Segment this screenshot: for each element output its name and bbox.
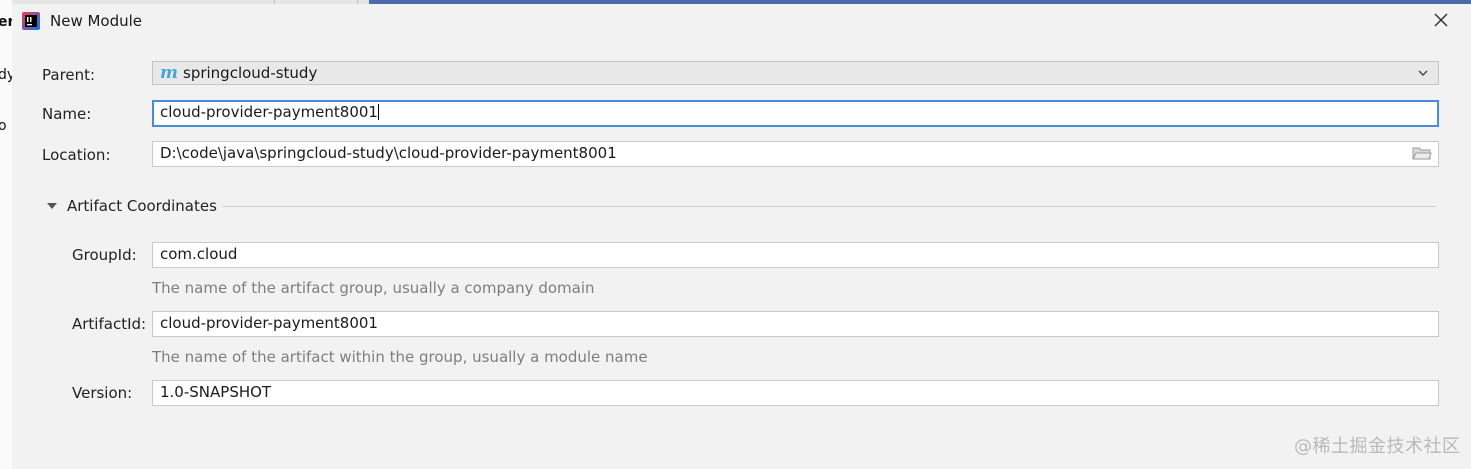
new-module-dialog: New Module Parent: m springcloud-study Na…	[12, 4, 1471, 469]
location-value: D:\code\java\springcloud-study\cloud-pro…	[160, 144, 617, 162]
folder-icon[interactable]	[1412, 145, 1432, 161]
artifactid-input[interactable]: cloud-provider-payment8001	[152, 311, 1439, 337]
close-icon[interactable]	[1431, 10, 1451, 30]
background-window: er dy o	[0, 0, 12, 469]
text-cursor	[377, 104, 379, 120]
background-text-fragment: er	[0, 14, 12, 30]
name-value: cloud-provider-payment8001	[160, 103, 378, 121]
dialog-titlebar: New Module	[12, 4, 1471, 38]
location-input[interactable]: D:\code\java\springcloud-study\cloud-pro…	[152, 141, 1439, 167]
location-label: Location:	[42, 146, 111, 164]
version-input[interactable]: 1.0-SNAPSHOT	[152, 380, 1439, 406]
artifactid-hint: The name of the artifact within the grou…	[152, 348, 648, 366]
parent-value: springcloud-study	[183, 64, 318, 82]
artifactid-label: ArtifactId:	[72, 315, 147, 333]
background-text-fragment: o	[0, 118, 7, 134]
artifact-coordinates-title[interactable]: Artifact Coordinates	[67, 197, 217, 215]
chevron-down-icon[interactable]	[1416, 66, 1430, 80]
name-label: Name:	[42, 105, 92, 123]
maven-module-icon: m	[160, 63, 178, 83]
groupid-value: com.cloud	[160, 245, 238, 263]
groupid-input[interactable]: com.cloud	[152, 242, 1439, 268]
watermark-text: @稀土掘金技术社区	[1294, 436, 1461, 457]
name-input[interactable]: cloud-provider-payment8001	[152, 100, 1439, 127]
groupid-label: GroupId:	[72, 246, 137, 264]
section-divider	[222, 206, 1436, 207]
groupid-hint: The name of the artifact group, usually …	[152, 279, 595, 297]
parent-select[interactable]: m springcloud-study	[152, 61, 1439, 85]
intellij-icon	[22, 12, 40, 30]
dialog-title: New Module	[50, 12, 143, 30]
collapse-triangle-icon[interactable]	[46, 201, 58, 211]
background-text-fragment: dy	[0, 67, 12, 83]
parent-label: Parent:	[42, 66, 96, 84]
version-label: Version:	[72, 384, 133, 402]
version-value: 1.0-SNAPSHOT	[160, 383, 272, 401]
artifactid-value: cloud-provider-payment8001	[160, 314, 378, 332]
